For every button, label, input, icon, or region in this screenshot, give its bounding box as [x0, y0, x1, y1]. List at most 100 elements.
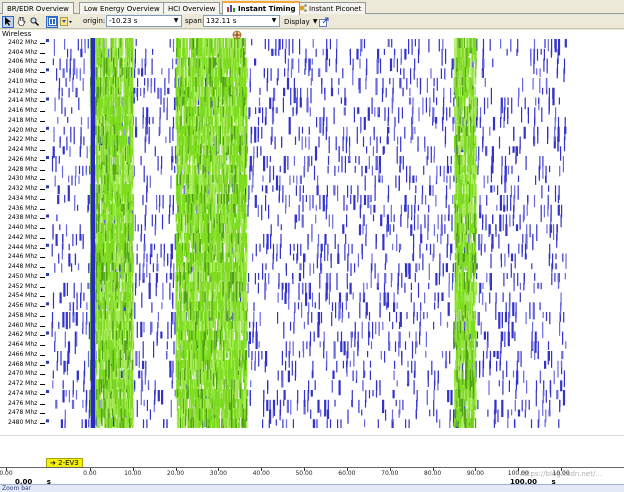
- packet: [106, 194, 108, 207]
- packet: [484, 78, 486, 87]
- pan-tool-button[interactable]: [15, 16, 27, 28]
- packet: [540, 204, 542, 222]
- span-value: 132.11 s: [206, 17, 237, 25]
- packet: [324, 243, 326, 261]
- packet: [361, 321, 363, 339]
- packet: [368, 390, 371, 399]
- packet: [367, 107, 370, 121]
- tab-instant-piconet[interactable]: Instant Piconet: [292, 2, 367, 14]
- packet: [168, 68, 170, 84]
- packet: [507, 97, 509, 106]
- packet: [383, 292, 386, 306]
- channel-label: 2408 Mhz: [8, 68, 38, 76]
- tab-instant-timing[interactable]: Instant Timing: [222, 1, 301, 15]
- filter-dropdown-button[interactable]: [59, 16, 73, 28]
- packet: [268, 204, 270, 219]
- packet: [403, 68, 405, 80]
- packet: [169, 126, 171, 143]
- packet: [104, 155, 106, 176]
- tab-br-edr-overview[interactable]: BR/EDR Overview: [2, 2, 74, 14]
- packet: [118, 213, 120, 225]
- packet: [283, 399, 285, 406]
- packet: [295, 185, 297, 196]
- packet: [348, 146, 351, 162]
- packet: [506, 273, 508, 279]
- channel-label: 2406 Mhz: [8, 58, 38, 66]
- packet: [420, 224, 422, 239]
- packet: [391, 409, 394, 422]
- packet: [524, 97, 526, 110]
- packet: [411, 39, 413, 55]
- packet: [161, 156, 163, 169]
- packet: [281, 136, 283, 147]
- packet: [288, 351, 290, 368]
- packet: [142, 341, 144, 359]
- packet: [104, 194, 106, 204]
- packet: [252, 165, 254, 177]
- packet: [143, 165, 145, 183]
- packet: [390, 204, 392, 222]
- packet: [129, 272, 132, 288]
- zoom-tool-button[interactable]: [28, 16, 40, 28]
- packet: [63, 360, 66, 372]
- packet: [511, 165, 513, 174]
- packet: [362, 214, 365, 226]
- packet: [542, 321, 544, 339]
- export-button[interactable]: [318, 16, 330, 28]
- packet: [69, 146, 71, 157]
- packet: [251, 126, 253, 135]
- packet: [556, 224, 558, 241]
- packet: [544, 360, 547, 369]
- packet: [128, 96, 130, 108]
- packet: [328, 292, 330, 305]
- span-field[interactable]: 132.11 s ▼: [203, 15, 280, 27]
- chevron-down-icon[interactable]: ▼: [270, 17, 278, 25]
- packet: [375, 234, 377, 250]
- packet: [264, 39, 266, 49]
- channel-view-button[interactable]: [46, 15, 58, 28]
- packet: [556, 58, 559, 76]
- packet: [502, 214, 504, 231]
- tab-low-energy-overview[interactable]: Low Energy Overview: [79, 2, 165, 14]
- packet: [286, 156, 289, 166]
- timing-icon: [227, 4, 236, 15]
- packet: [370, 195, 372, 203]
- packet: [308, 282, 310, 293]
- packet: [290, 87, 292, 106]
- packet: [400, 58, 402, 65]
- packet: [387, 126, 390, 134]
- packet: [436, 97, 438, 106]
- packet: [67, 341, 71, 353]
- channel-label: 2428 Mhz: [8, 165, 38, 173]
- tab-hci-overview[interactable]: HCI Overview: [163, 2, 221, 14]
- packet: [116, 418, 119, 428]
- packet: [436, 409, 438, 423]
- packet: [98, 281, 101, 293]
- plot-area[interactable]: [46, 38, 612, 428]
- packet: [478, 292, 480, 304]
- packet: [118, 174, 120, 186]
- packet: [447, 214, 450, 221]
- packet: [292, 107, 294, 115]
- packet: [429, 409, 431, 417]
- packet: [130, 408, 132, 418]
- packet: [374, 263, 376, 279]
- packet: [107, 418, 109, 428]
- packet: [77, 204, 79, 211]
- pointer-tool-button[interactable]: [2, 15, 14, 28]
- display-menu-button[interactable]: Display ▼: [284, 15, 317, 28]
- packet: [51, 243, 53, 257]
- packet: [65, 78, 67, 87]
- packet: [311, 370, 313, 379]
- packet: [124, 184, 127, 203]
- packet: [382, 234, 385, 251]
- hand-icon: [17, 17, 26, 26]
- chevron-down-icon[interactable]: ▼: [172, 17, 180, 25]
- packet: [248, 273, 250, 282]
- packet: [257, 126, 259, 138]
- channel-label: 2456 Mhz: [8, 302, 38, 310]
- origin-field[interactable]: -10.23 s ▼: [106, 15, 182, 27]
- packet: [299, 185, 301, 202]
- packet: [72, 78, 74, 92]
- packet: [433, 156, 435, 163]
